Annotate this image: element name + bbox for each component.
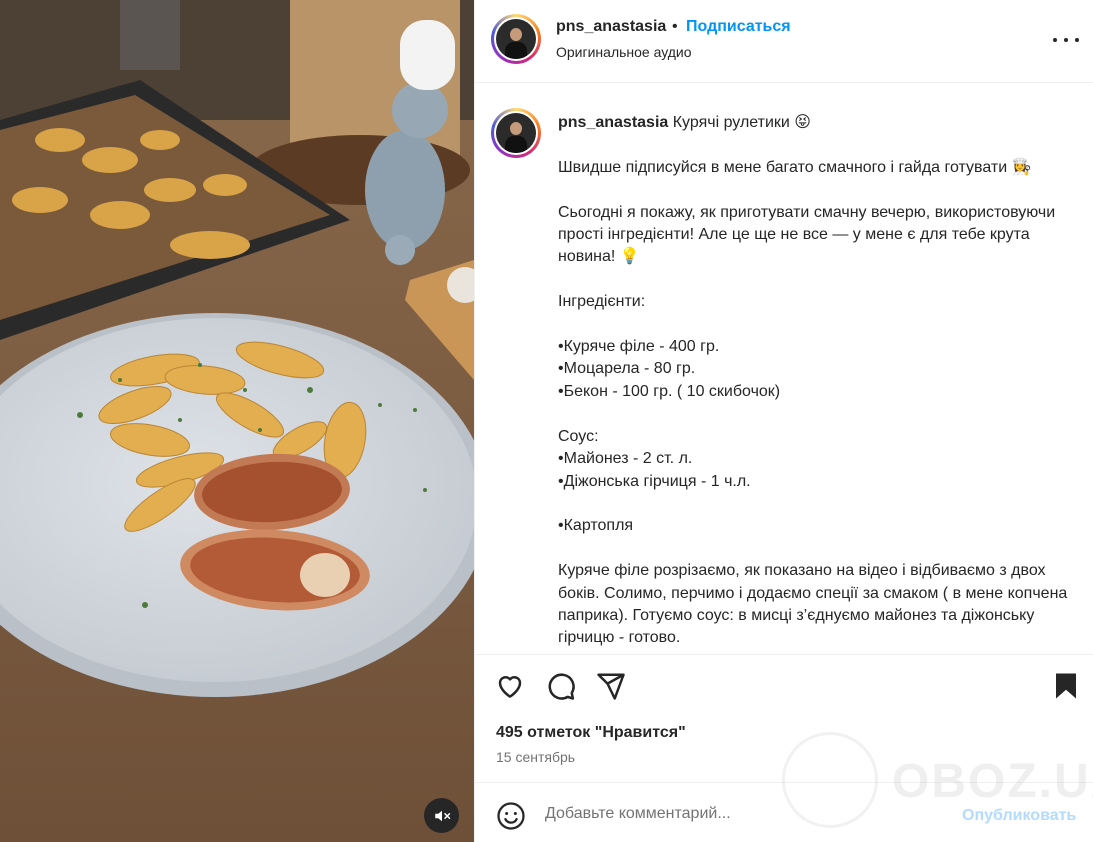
comment-icon[interactable]: [546, 671, 576, 701]
comment-input[interactable]: [545, 803, 945, 825]
follow-button[interactable]: Подписаться: [686, 18, 791, 36]
author-username[interactable]: pns_anastasia: [556, 18, 666, 36]
author-avatar[interactable]: [491, 14, 541, 64]
post-header: pns_anastasia • Подписаться Оригинальное…: [475, 0, 1093, 83]
post-media[interactable]: [0, 0, 474, 842]
more-options-icon[interactable]: [1053, 30, 1079, 50]
post-panel: pns_anastasia • Подписаться Оригинальное…: [474, 0, 1093, 842]
bookmark-icon[interactable]: [1051, 671, 1081, 701]
post-caption: pns_anastasia Курячі рулетики 😝 Швидше п…: [475, 84, 1093, 654]
comment-bar: Опубликовать: [475, 782, 1093, 842]
post-actions: 495 отметок "Нравится" 15 сентябрь: [475, 654, 1093, 782]
separator-dot: •: [672, 18, 678, 35]
muted-speaker-icon: [434, 810, 450, 821]
caption-avatar[interactable]: [491, 108, 541, 158]
emoji-icon[interactable]: [496, 801, 526, 831]
post-date[interactable]: 15 сентябрь: [496, 749, 575, 765]
caption-body: Курячі рулетики 😝 Швидше підписуйся в ме…: [558, 114, 1068, 647]
caption-text-block: pns_anastasia Курячі рулетики 😝 Швидше п…: [558, 112, 1078, 650]
likes-count[interactable]: 495 отметок "Нравится": [496, 724, 686, 742]
audio-label[interactable]: Оригинальное аудио: [556, 44, 692, 60]
send-icon[interactable]: [596, 671, 626, 701]
caption-username[interactable]: pns_anastasia: [558, 114, 668, 131]
mute-button[interactable]: [424, 798, 459, 833]
heart-icon[interactable]: [495, 671, 525, 701]
food-photo: [0, 0, 474, 842]
post-comment-button[interactable]: Опубликовать: [962, 807, 1076, 825]
